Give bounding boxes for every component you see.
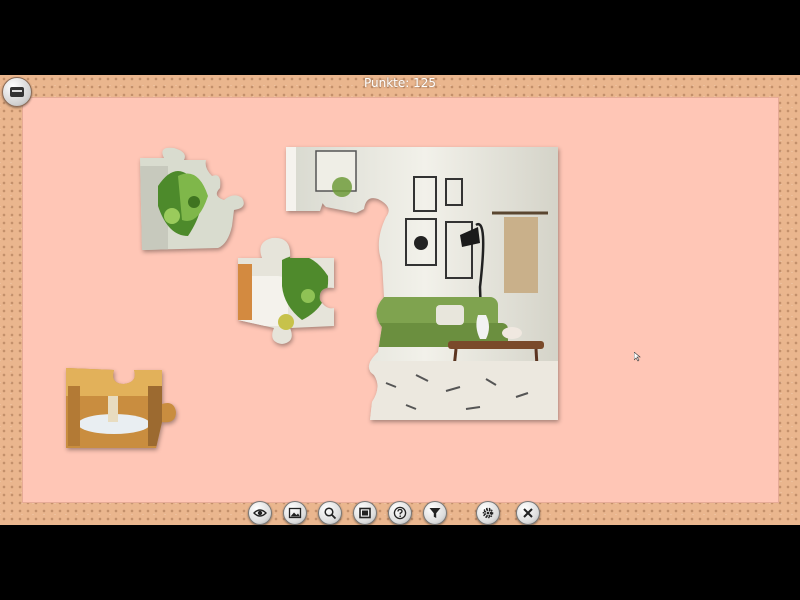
- image-icon: [288, 507, 302, 519]
- eye-icon: [253, 509, 267, 517]
- bottom-toolbar: [0, 500, 800, 525]
- magnifier-icon: [324, 507, 337, 520]
- settings-button[interactable]: [476, 501, 500, 525]
- puzzle-piece[interactable]: [64, 366, 182, 450]
- score-display: Punkte: 125: [363, 76, 437, 90]
- puzzle-piece[interactable]: [238, 236, 340, 346]
- gear-icon: [482, 507, 494, 519]
- square-frame-icon: [359, 507, 371, 519]
- filter-button[interactable]: [423, 501, 447, 525]
- close-icon: [523, 508, 533, 518]
- puzzle-piece[interactable]: [138, 146, 248, 254]
- tray-menu-icon: [10, 87, 24, 97]
- frame-button[interactable]: [353, 501, 377, 525]
- mouse-cursor: [634, 352, 641, 362]
- background-button[interactable]: [283, 501, 307, 525]
- menu-button[interactable]: [2, 77, 32, 107]
- zoom-button[interactable]: [318, 501, 342, 525]
- help-button[interactable]: [388, 501, 412, 525]
- funnel-icon: [429, 508, 441, 518]
- preview-button[interactable]: [248, 501, 272, 525]
- question-icon: [393, 506, 407, 520]
- close-button[interactable]: [516, 501, 540, 525]
